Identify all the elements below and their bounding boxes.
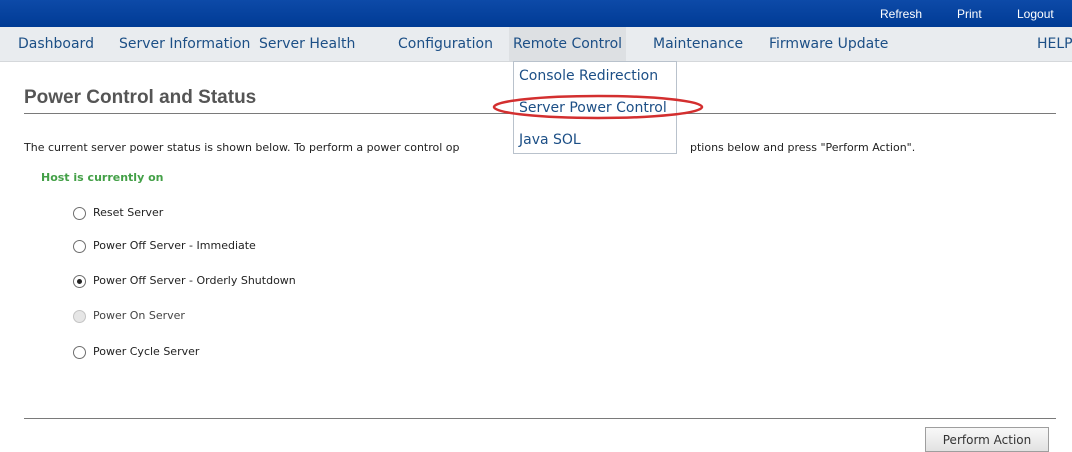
main-nav: Dashboard Server Information Server Heal…: [0, 27, 1072, 62]
power-status: Host is currently on: [41, 171, 164, 184]
reset-server-radio[interactable]: [73, 207, 86, 220]
top-bar: Refresh Print Logout: [0, 0, 1072, 27]
power-off-immediate-radio[interactable]: [73, 240, 86, 253]
nav-server-information[interactable]: Server Information: [119, 27, 250, 61]
page-title: Power Control and Status: [24, 87, 257, 108]
bottom-divider: [24, 418, 1056, 419]
nav-server-health[interactable]: Server Health: [259, 27, 355, 61]
power-on-server-radio: [73, 310, 86, 323]
dropdown-item-server-power-control[interactable]: Server Power Control: [519, 100, 667, 116]
dropdown-item-console-redirection[interactable]: Console Redirection: [519, 68, 658, 84]
nav-configuration[interactable]: Configuration: [398, 27, 493, 61]
nav-firmware-update[interactable]: Firmware Update: [769, 27, 888, 61]
refresh-link[interactable]: Refresh: [880, 7, 922, 21]
option-label: Reset Server: [93, 206, 164, 219]
remote-control-dropdown: Console Redirection Server Power Control…: [513, 61, 677, 154]
dropdown-item-java-sol[interactable]: Java SOL: [519, 132, 581, 148]
nav-remote-control[interactable]: Remote Control: [509, 27, 627, 61]
option-label: Power Cycle Server: [93, 345, 200, 358]
nav-maintenance[interactable]: Maintenance: [653, 27, 743, 61]
page-description: The current server power status is shown…: [24, 141, 460, 154]
perform-action-button[interactable]: Perform Action: [925, 427, 1049, 452]
nav-help[interactable]: HELP: [1037, 27, 1072, 61]
option-label: Power Off Server - Orderly Shutdown: [93, 274, 296, 287]
power-cycle-server-radio[interactable]: [73, 346, 86, 359]
option-label: Power Off Server - Immediate: [93, 239, 256, 252]
option-label: Power On Server: [93, 309, 185, 322]
power-off-orderly-radio[interactable]: [73, 275, 86, 288]
print-link[interactable]: Print: [957, 7, 982, 21]
logout-link[interactable]: Logout: [1017, 7, 1054, 21]
page-description-continued: ptions below and press "Perform Action".: [690, 141, 916, 154]
nav-dashboard[interactable]: Dashboard: [18, 27, 94, 61]
